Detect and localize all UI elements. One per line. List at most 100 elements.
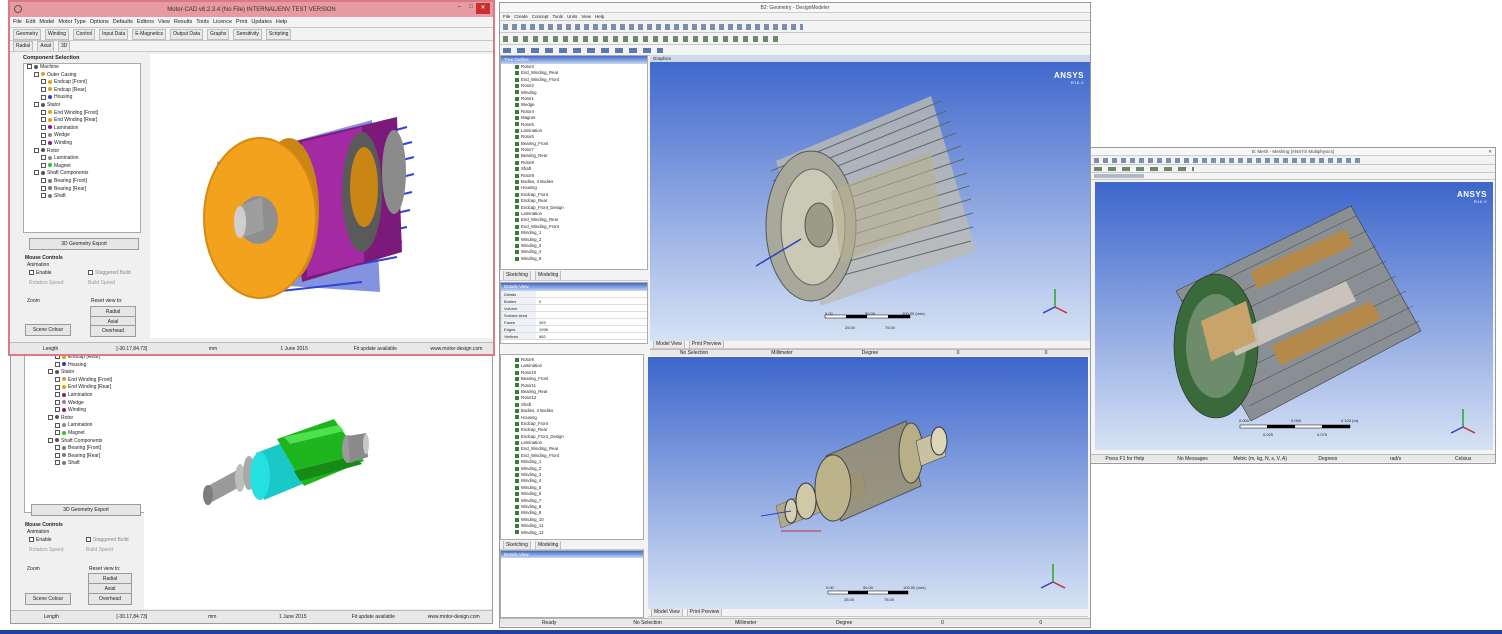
overhead-button[interactable]: Overhead <box>90 325 136 337</box>
tree-checkbox[interactable] <box>41 86 46 92</box>
viewport-3d-top[interactable] <box>150 54 493 338</box>
tree-item[interactable]: Stator <box>27 102 140 110</box>
tree-checkbox[interactable] <box>55 376 60 382</box>
graphics-viewport-top[interactable]: Graphics ANSYS R16.0 0.00 50.00 100.00 (… <box>650 55 1090 341</box>
mode-tab[interactable]: Scripting <box>265 28 292 40</box>
tree-checkbox[interactable] <box>55 422 60 428</box>
tree-item[interactable]: Housing <box>27 94 140 102</box>
panel-tab[interactable]: Modeling <box>534 271 562 280</box>
tree-item[interactable]: Magnet <box>27 163 140 171</box>
meshing-toolbar-icons-3[interactable] <box>1094 174 1144 178</box>
tree-item[interactable]: Shaft <box>41 460 149 468</box>
meshing-close-icon[interactable]: ✕ <box>1488 148 1492 156</box>
tree-checkbox[interactable] <box>55 399 60 405</box>
tree-checkbox[interactable] <box>48 369 53 375</box>
meshing-graphics-viewport[interactable]: ANSYS R16.0 0.000 0.050 0.100 (m) 0.025 … <box>1095 182 1493 450</box>
menu-item[interactable]: Updates <box>251 19 272 25</box>
menu-item[interactable]: View <box>158 19 170 25</box>
tree-checkbox[interactable] <box>55 430 60 436</box>
view-sub-tab[interactable]: Radial <box>13 41 34 51</box>
tree-checkbox[interactable] <box>41 155 46 161</box>
mode-tab[interactable]: Winding <box>44 28 70 40</box>
tree-item[interactable]: Wedge <box>27 132 140 140</box>
tree-item[interactable]: Bearing [Front] <box>27 178 140 186</box>
tree-checkbox[interactable] <box>41 109 46 115</box>
mode-tab[interactable]: Control <box>73 28 96 40</box>
mode-tab[interactable]: Sensitivity <box>233 28 262 40</box>
mode-tab[interactable]: E-Magnetics <box>132 28 167 40</box>
view-sub-tab[interactable]: 3D <box>58 41 71 51</box>
enable-checkbox[interactable]: Enable <box>29 270 52 276</box>
menu-item[interactable]: Help <box>595 14 604 19</box>
scene-colour-button[interactable]: Scene Colour <box>25 324 71 336</box>
panel-tab[interactable]: Print Preview <box>686 609 723 616</box>
tree-checkbox[interactable] <box>27 64 32 70</box>
tree-checkbox[interactable] <box>55 460 60 466</box>
tree-item[interactable]: Shaft Components <box>41 438 149 446</box>
tree-item[interactable]: Housing <box>41 362 149 370</box>
menu-item[interactable]: Create <box>514 14 528 19</box>
tree-checkbox[interactable] <box>41 94 46 100</box>
details-value[interactable]: 1098 <box>536 326 647 332</box>
viewport-3d-bottom[interactable] <box>144 353 492 609</box>
toolbar-icons-3[interactable] <box>503 47 663 53</box>
graphics-viewport-bottom[interactable]: 0.00 50.00 100.00 (mm) 25.00 75.00 <box>648 357 1088 609</box>
tree-item[interactable]: Bearing [Rear] <box>41 453 149 461</box>
menu-item[interactable]: Concept <box>532 14 549 19</box>
tree-item[interactable]: Endcap [Rear] <box>27 87 140 95</box>
menu-item[interactable]: Help <box>276 19 287 25</box>
meshing-toolbar-icons-1[interactable] <box>1094 157 1364 163</box>
panel-tab[interactable]: Print Preview <box>688 341 725 348</box>
scene-colour-button[interactable]: Scene Colour <box>25 593 71 605</box>
menu-item[interactable]: Edit <box>26 19 35 25</box>
maximize-icon[interactable]: □ <box>469 4 473 10</box>
tree-checkbox[interactable] <box>41 185 46 191</box>
menu-item[interactable]: Defaults <box>113 19 133 25</box>
mode-tab[interactable]: Geometry <box>13 28 41 40</box>
tree-item[interactable]: Outer Casing <box>27 72 140 80</box>
panel-tab[interactable]: Model View <box>653 341 685 348</box>
panel-tab[interactable]: Sketching <box>503 271 531 280</box>
menu-item[interactable]: Licence <box>213 19 232 25</box>
tree-checkbox[interactable] <box>48 437 53 443</box>
menu-item[interactable]: Results <box>174 19 192 25</box>
tree-item[interactable]: Winding_12 <box>515 530 643 536</box>
details-value[interactable]: 882 <box>536 333 647 339</box>
menu-item[interactable]: File <box>13 19 22 25</box>
tree-checkbox[interactable] <box>34 102 39 108</box>
tree-item[interactable]: End Winding [Front] <box>27 110 140 118</box>
mode-tab[interactable]: Graphs <box>207 28 230 40</box>
minimize-icon[interactable]: – <box>458 4 461 10</box>
tree-item[interactable]: End Winding [Rear] <box>41 384 149 392</box>
tree-checkbox[interactable] <box>55 384 60 390</box>
panel-tab[interactable]: Model View <box>651 609 683 616</box>
panel-tab[interactable]: Sketching <box>503 541 531 549</box>
menu-item[interactable]: Tools <box>196 19 209 25</box>
tree-checkbox[interactable] <box>41 117 46 123</box>
menu-item[interactable]: Editors <box>137 19 154 25</box>
tree-item[interactable]: End Winding [Front] <box>41 377 149 385</box>
tree-checkbox[interactable] <box>41 140 46 146</box>
tree-item[interactable]: End Winding [Rear] <box>27 117 140 125</box>
tree-checkbox[interactable] <box>55 452 60 458</box>
mode-tab[interactable]: Output Data <box>170 28 203 40</box>
details-value[interactable] <box>536 312 647 318</box>
tree-checkbox[interactable] <box>55 407 60 413</box>
details-value[interactable]: 0 <box>536 298 647 304</box>
tree-checkbox[interactable] <box>48 414 53 420</box>
tree-checkbox[interactable] <box>41 124 46 130</box>
details-value[interactable]: 263 <box>536 319 647 325</box>
tree-item[interactable]: Magnet <box>41 430 149 438</box>
tree-item[interactable]: Winding_5 <box>515 256 647 262</box>
details-value[interactable] <box>536 305 647 311</box>
staggered-checkbox[interactable]: Staggered Build <box>88 270 131 276</box>
tree-item[interactable]: Lamination <box>27 155 140 163</box>
tree-item[interactable]: Lamination <box>27 125 140 133</box>
menu-item[interactable]: File <box>503 14 510 19</box>
meshing-toolbar-icons-2[interactable] <box>1094 166 1194 171</box>
tree-item[interactable]: Wedge <box>41 400 149 408</box>
tree-item[interactable]: Rotor <box>41 415 149 423</box>
menu-item[interactable]: Model <box>39 19 54 25</box>
tree-item[interactable]: Stator <box>41 369 149 377</box>
tree-item[interactable]: Rotor <box>27 148 140 156</box>
